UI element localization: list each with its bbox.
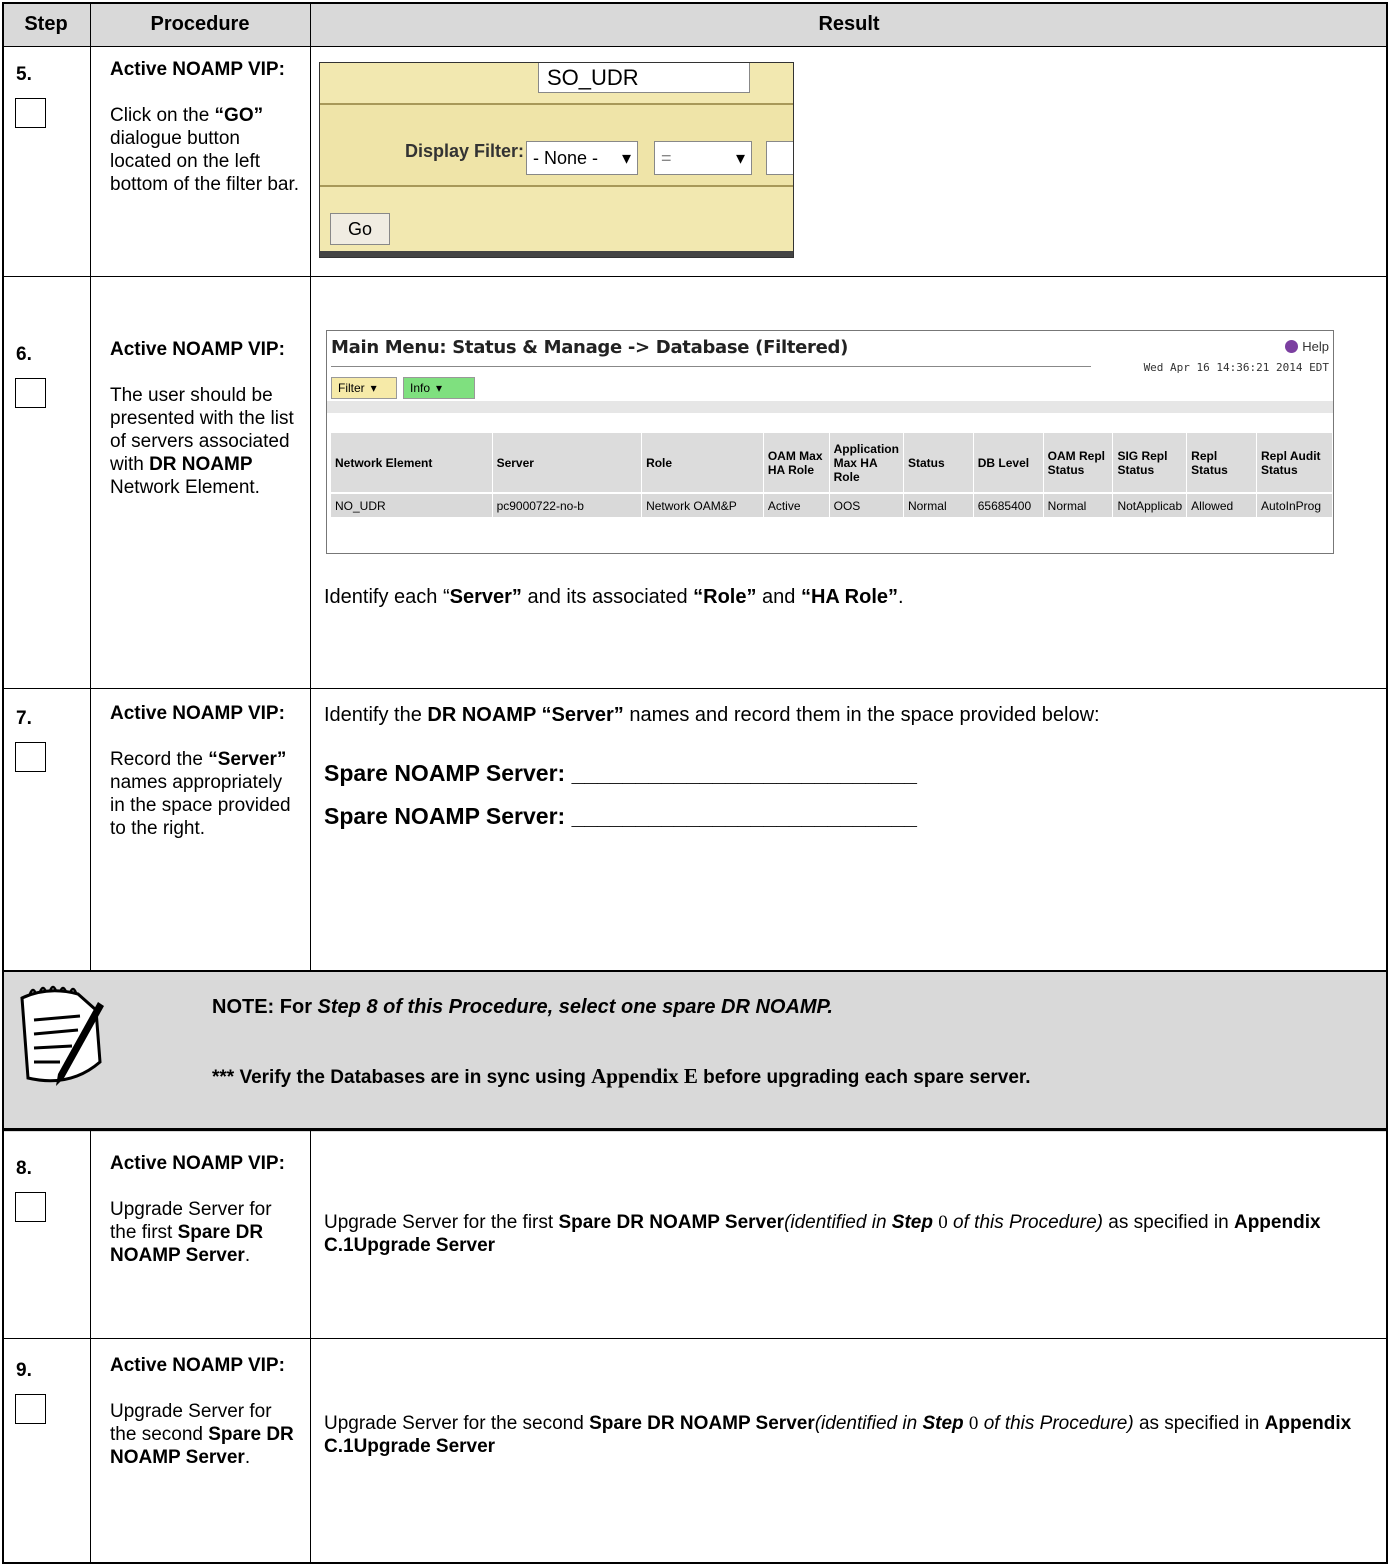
- timestamp: Wed Apr 16 14:36:21 2014 EDT: [1143, 361, 1329, 374]
- filter-operator-select: = ▾: [654, 141, 752, 175]
- filter-button: Filter ▾: [331, 377, 397, 399]
- column-header: Role: [641, 433, 764, 493]
- note-line-2: *** Verify the Databases are in sync usi…: [212, 1064, 1031, 1088]
- column-header: OAM Repl Status: [1043, 433, 1114, 493]
- procedure-text: Active NOAMP VIP: Upgrade Server for the…: [110, 1355, 294, 1468]
- toolbar-strip: [327, 401, 1333, 413]
- result-text: Upgrade Server for the first Spare DR NO…: [324, 1212, 1321, 1256]
- info-button: Info ▾: [403, 377, 475, 399]
- column-header: SIG Repl Status: [1112, 433, 1188, 493]
- step-checkbox[interactable]: [15, 742, 46, 772]
- database-table: Network Element Server Role OAM Max HA R…: [331, 433, 1333, 517]
- display-filter-label: Display Filter:: [405, 141, 525, 161]
- table-cell: Network OAM&P: [641, 492, 764, 517]
- table-cell: 65685400: [973, 492, 1044, 517]
- step-checkbox[interactable]: [15, 1394, 46, 1424]
- screenshot-title: Main Menu: Status & Manage -> Database (…: [331, 337, 849, 358]
- procedure-text: Active NOAMP VIP: Record the “Server” na…: [110, 703, 291, 839]
- table-cell: Active: [763, 492, 830, 517]
- note-line-1: NOTE: For Step 8 of this Procedure, sele…: [212, 996, 833, 1018]
- help-icon: [1285, 340, 1299, 353]
- table-cell: NotApplicab: [1112, 492, 1188, 517]
- step-number: 5.: [16, 64, 32, 85]
- column-header: OAM Max HA Role: [763, 433, 830, 493]
- step-checkbox[interactable]: [15, 378, 46, 408]
- database-status-screenshot: Main Menu: Status & Manage -> Database (…: [326, 330, 1334, 554]
- result-text: Upgrade Server for the second Spare DR N…: [324, 1413, 1352, 1457]
- column-header: Network Element: [331, 433, 493, 493]
- help-link: Help: [1285, 339, 1329, 354]
- column-header: Repl Audit Status: [1256, 433, 1333, 493]
- step-number: 9.: [16, 1360, 32, 1381]
- title-rule: [331, 366, 1091, 367]
- step-number: 8.: [16, 1158, 32, 1179]
- dropdown-arrow-icon: ▾: [735, 147, 745, 168]
- column-header: Server: [492, 433, 643, 493]
- filter-column-select: - None - ▾: [526, 141, 638, 175]
- filter-value-input: [766, 141, 793, 175]
- record-line-2: Spare NOAMP Server: ____________________…: [324, 803, 917, 829]
- record-line-1: Spare NOAMP Server: ____________________…: [324, 760, 917, 786]
- table-cell: Allowed: [1186, 492, 1257, 517]
- column-header: Status: [903, 433, 974, 493]
- step-checkbox[interactable]: [15, 98, 46, 128]
- table-cell: Normal: [1043, 492, 1114, 517]
- note-row: NOTE: For Step 8 of this Procedure, sele…: [2, 972, 1388, 1132]
- table-header-row: Network Element Server Role OAM Max HA R…: [331, 433, 1333, 493]
- procedure-text: Active NOAMP VIP: Upgrade Server for the…: [110, 1153, 285, 1266]
- go-button: Go: [330, 213, 390, 245]
- procedure-text: Active NOAMP VIP: The user should be pre…: [110, 339, 294, 498]
- table-cell: pc9000722-no-b: [492, 492, 643, 517]
- column-header: DB Level: [973, 433, 1044, 493]
- table-row: NO_UDR pc9000722-no-b Network OAM&P Acti…: [331, 492, 1333, 517]
- table-cell: Normal: [903, 492, 974, 517]
- step-number: 6.: [16, 344, 32, 365]
- column-header: Repl Status: [1186, 433, 1257, 493]
- result-text: Identify the DR NOAMP “Server” names and…: [324, 704, 1100, 726]
- notepad-icon: [20, 985, 104, 1086]
- step-checkbox[interactable]: [15, 1192, 46, 1222]
- column-header: Application Max HA Role: [829, 433, 904, 493]
- table-cell: AutoInProg: [1256, 492, 1333, 517]
- header-result: Result: [310, 2, 1388, 46]
- header-step: Step: [2, 2, 90, 46]
- result-text: Identify each “Server” and its associate…: [324, 586, 904, 608]
- table-cell: NO_UDR: [331, 492, 493, 517]
- dropdown-arrow-icon: ▾: [621, 147, 631, 168]
- dropdown-arrow-icon: ▾: [370, 381, 377, 395]
- dropdown-arrow-icon: ▾: [436, 381, 443, 395]
- procedure-text: Active NOAMP VIP: Click on the “GO” dial…: [110, 59, 300, 195]
- network-element-field: SO_UDR: [538, 63, 750, 93]
- header-procedure: Procedure: [90, 2, 310, 46]
- step-number: 7.: [16, 708, 32, 729]
- table-cell: OOS: [829, 492, 904, 517]
- filter-bar-screenshot: SO_UDR Display Filter: - None - ▾ = ▾ Go: [319, 62, 794, 258]
- screenshot-bottom-bar: [320, 251, 793, 257]
